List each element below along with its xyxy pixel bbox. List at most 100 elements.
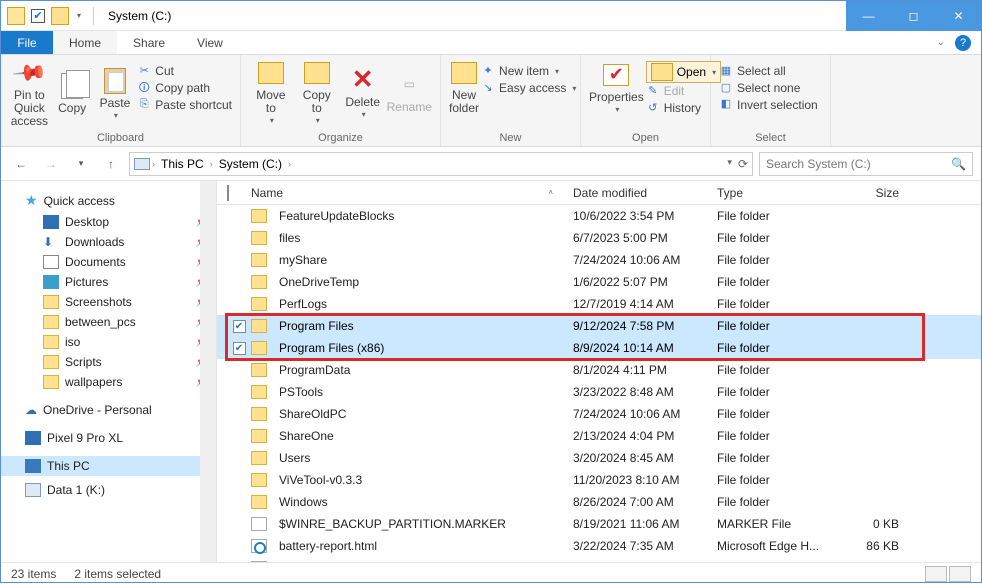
sidebar-scrollbar[interactable] <box>200 181 216 562</box>
table-row[interactable]: ✔Recovery.txt6/18/2022 5:30 PMText Docum… <box>217 557 981 562</box>
column-date[interactable]: Date modified <box>573 186 717 200</box>
column-type[interactable]: Type <box>717 186 837 200</box>
table-row[interactable]: ✔myShare7/24/2024 10:06 AMFile folder <box>217 249 981 271</box>
thumbnails-view-button[interactable] <box>949 566 971 582</box>
search-input[interactable]: Search System (C:) 🔍 <box>759 152 973 176</box>
table-row[interactable]: ✔$WINRE_BACKUP_PARTITION.MARKER8/19/2021… <box>217 513 981 535</box>
copy-path-button[interactable]: 🛈Copy path <box>137 80 232 97</box>
back-button[interactable]: ← <box>9 152 33 176</box>
maximize-button[interactable]: ◻ <box>891 1 936 31</box>
up-button[interactable]: ↑ <box>99 152 123 176</box>
minimize-button[interactable]: — <box>846 1 891 31</box>
table-row[interactable]: ✔FeatureUpdateBlocks10/6/2022 3:54 PMFil… <box>217 205 981 227</box>
sidebar-item-iso[interactable]: iso📌 <box>1 332 216 352</box>
rows-container: ✔FeatureUpdateBlocks10/6/2022 3:54 PMFil… <box>217 205 981 562</box>
sidebar-item-downloads[interactable]: ⬇Downloads📌 <box>1 232 216 252</box>
paste-button[interactable]: Paste▾ <box>95 59 136 129</box>
move-to-button[interactable]: Move to▾ <box>249 59 293 126</box>
sidebar-item-documents[interactable]: Documents📌 <box>1 252 216 272</box>
table-row[interactable]: ✔Windows8/26/2024 7:00 AMFile folder <box>217 491 981 513</box>
file-size: 0 KB <box>837 561 907 562</box>
crumb-drive[interactable]: System (C:) <box>215 157 286 171</box>
details-view-button[interactable] <box>925 566 947 582</box>
table-row[interactable]: ✔files6/7/2023 5:00 PMFile folder <box>217 227 981 249</box>
sidebar-item-wallpapers[interactable]: wallpapers📌 <box>1 372 216 392</box>
file-date: 7/24/2024 10:06 AM <box>573 253 717 267</box>
copy-to-button[interactable]: Copy to▾ <box>295 59 339 126</box>
status-count: 23 items <box>11 567 56 581</box>
column-size[interactable]: Size <box>837 186 907 200</box>
tab-home[interactable]: Home <box>53 31 117 54</box>
table-row[interactable]: ✔ProgramData8/1/2024 4:11 PMFile folder <box>217 359 981 381</box>
chevron-right-icon[interactable]: › <box>288 159 291 169</box>
new-item-button[interactable]: ✦New item▾ <box>481 63 576 80</box>
collapse-ribbon-icon[interactable]: ⌄ <box>937 37 945 48</box>
table-row[interactable]: ✔ViVeTool-v0.3.311/20/2023 8:10 AMFile f… <box>217 469 981 491</box>
row-checkbox[interactable]: ✔ <box>233 342 246 355</box>
paste-icon <box>104 68 126 94</box>
table-row[interactable]: ✔Users3/20/2024 8:45 AMFile folder <box>217 447 981 469</box>
column-name[interactable]: Name˄ <box>251 186 573 200</box>
tab-file[interactable]: File <box>1 31 53 54</box>
sidebar-item-betweenpcs[interactable]: between_pcs📌 <box>1 312 216 332</box>
file-name: ShareOldPC <box>279 407 346 421</box>
qat-properties-icon[interactable]: ✔ <box>31 9 45 23</box>
sidebar-item-desktop[interactable]: Desktop📌 <box>1 212 216 232</box>
recent-dropdown[interactable]: ▾ <box>69 152 93 176</box>
pin-quick-access-button[interactable]: 📌 Pin to Quick access <box>9 59 50 129</box>
copyto-icon <box>304 62 330 84</box>
qat-newfolder-icon[interactable] <box>51 7 69 25</box>
open-button[interactable]: Open▾ <box>646 61 721 83</box>
help-icon[interactable]: ? <box>955 35 971 51</box>
file-date: 8/19/2021 11:06 AM <box>573 517 717 531</box>
easy-access-button[interactable]: ↘Easy access▾ <box>481 80 576 97</box>
table-row[interactable]: ✔Program Files (x86)8/9/2024 10:14 AMFil… <box>217 337 981 359</box>
table-row[interactable]: ✔Program Files9/12/2024 7:58 PMFile fold… <box>217 315 981 337</box>
invert-selection-button[interactable]: ◧Invert selection <box>719 97 822 114</box>
new-folder-button[interactable]: New folder <box>449 59 479 115</box>
sidebar-item-quickaccess[interactable]: ★Quick access <box>1 189 216 212</box>
tab-view[interactable]: View <box>181 31 239 54</box>
forward-button[interactable]: → <box>39 152 63 176</box>
table-row[interactable]: ✔PerfLogs12/7/2019 4:14 AMFile folder <box>217 293 981 315</box>
sidebar-item-thispc[interactable]: This PC <box>1 456 216 476</box>
copy-button[interactable]: Copy <box>52 59 93 129</box>
chevron-right-icon[interactable]: › <box>152 159 155 169</box>
edit-button[interactable]: ✎Edit <box>646 83 721 100</box>
select-all-checkbox[interactable] <box>227 185 229 201</box>
tab-share[interactable]: Share <box>117 31 181 54</box>
selectnone-icon: ▢ <box>719 81 733 95</box>
cut-button[interactable]: ✂Cut <box>137 63 232 80</box>
sidebar-item-pixel[interactable]: Pixel 9 Pro XL <box>1 428 216 448</box>
delete-button[interactable]: ✕Delete▾ <box>341 59 385 126</box>
properties-button[interactable]: ✔Properties▾ <box>589 59 644 117</box>
downloads-icon: ⬇ <box>43 235 59 249</box>
sidebar-item-data1[interactable]: Data 1 (K:) <box>1 480 216 500</box>
address-bar[interactable]: › This PC › System (C:) › ▾ ⟳ <box>129 152 753 176</box>
chevron-right-icon[interactable]: › <box>210 159 213 169</box>
address-dropdown-icon[interactable]: ▾ <box>727 157 732 171</box>
table-row[interactable]: ✔OneDriveTemp1/6/2022 5:07 PMFile folder <box>217 271 981 293</box>
moveto-icon <box>258 62 284 84</box>
sidebar-item-screenshots[interactable]: Screenshots📌 <box>1 292 216 312</box>
paste-shortcut-button[interactable]: ⎘Paste shortcut <box>137 97 232 114</box>
drive-icon <box>134 158 150 170</box>
rename-button[interactable]: ▭Rename <box>387 59 432 126</box>
select-all-button[interactable]: ▦Select all <box>719 63 822 80</box>
crumb-thispc[interactable]: This PC <box>157 157 208 171</box>
table-row[interactable]: ✔ShareOldPC7/24/2024 10:06 AMFile folder <box>217 403 981 425</box>
sidebar-item-pictures[interactable]: Pictures📌 <box>1 272 216 292</box>
close-button[interactable]: ✕ <box>936 1 981 31</box>
row-checkbox[interactable]: ✔ <box>233 320 246 333</box>
qat-customize-icon[interactable]: ▾ <box>77 11 81 20</box>
file-type: File folder <box>717 275 837 289</box>
refresh-icon[interactable]: ⟳ <box>738 157 748 171</box>
history-button[interactable]: ↺History <box>646 100 721 117</box>
table-row[interactable]: ✔PSTools3/23/2022 8:48 AMFile folder <box>217 381 981 403</box>
select-none-button[interactable]: ▢Select none <box>719 80 822 97</box>
table-row[interactable]: ✔battery-report.html3/22/2024 7:35 AMMic… <box>217 535 981 557</box>
sidebar-item-onedrive[interactable]: ☁OneDrive - Personal <box>1 400 216 420</box>
sidebar-item-scripts[interactable]: Scripts📌 <box>1 352 216 372</box>
file-date: 8/9/2024 10:14 AM <box>573 341 717 355</box>
table-row[interactable]: ✔ShareOne2/13/2024 4:04 PMFile folder <box>217 425 981 447</box>
